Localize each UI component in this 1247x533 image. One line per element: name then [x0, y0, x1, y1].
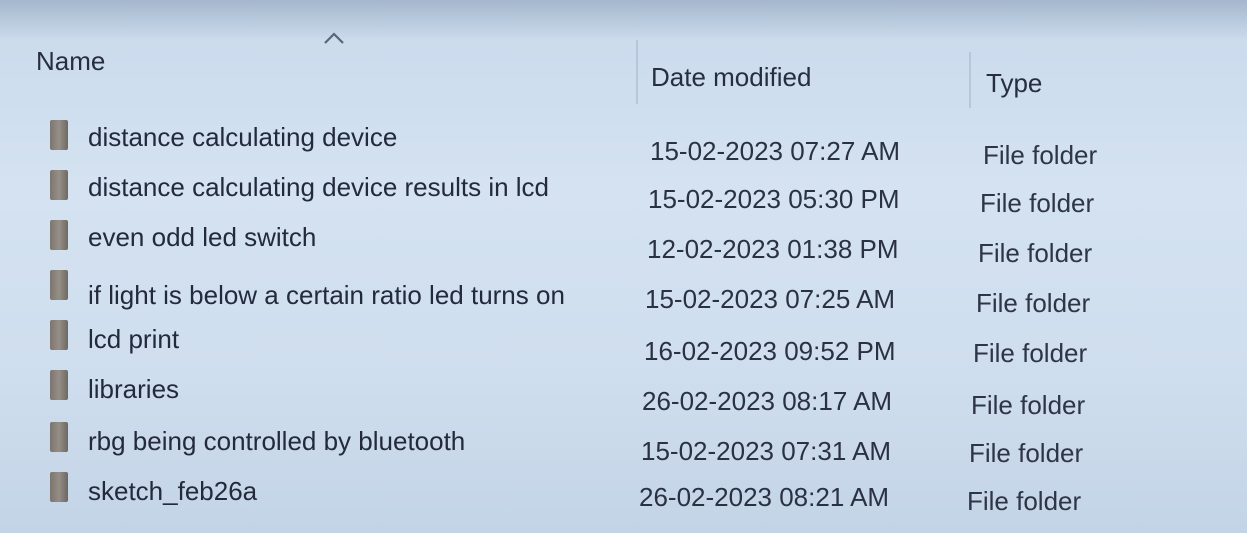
- column-separator[interactable]: [969, 52, 971, 108]
- column-separator[interactable]: [636, 40, 638, 104]
- file-name: rbg being controlled by bluetooth: [88, 426, 466, 456]
- file-name: distance calculating device: [88, 122, 398, 152]
- file-type: File folder: [978, 238, 1093, 268]
- column-header-date-modified[interactable]: Date modified: [651, 62, 811, 93]
- column-header-name[interactable]: Name: [36, 46, 105, 77]
- date-modified: 12-02-2023 01:38 PM: [647, 234, 899, 264]
- file-type: File folder: [976, 288, 1091, 318]
- folder-icon: [50, 370, 68, 400]
- file-name: if light is below a certain ratio led tu…: [88, 280, 565, 310]
- file-type: File folder: [969, 438, 1084, 468]
- folder-icon: [50, 320, 68, 350]
- folder-icon: [50, 270, 68, 300]
- file-name: lcd print: [88, 324, 180, 354]
- file-type: File folder: [973, 338, 1088, 368]
- file-type: File folder: [971, 390, 1086, 420]
- list-item[interactable]: if light is below a certain ratio led tu…: [0, 268, 1247, 318]
- folder-icon: [50, 422, 68, 452]
- date-modified: 26-02-2023 08:17 AM: [642, 386, 893, 416]
- list-item[interactable]: libraries 26-02-2023 08:17 AM File folde…: [0, 368, 1247, 420]
- column-header-bar: Name Date modified Type: [0, 0, 1247, 110]
- date-modified: 15-02-2023 07:31 AM: [641, 436, 892, 466]
- date-modified: 15-02-2023 07:25 AM: [645, 284, 896, 314]
- date-modified: 16-02-2023 09:52 PM: [644, 336, 896, 366]
- list-item[interactable]: sketch_feb26a 26-02-2023 08:21 AM File f…: [0, 470, 1247, 518]
- chevron-up-icon[interactable]: [322, 30, 346, 46]
- file-name: libraries: [88, 374, 180, 404]
- list-item[interactable]: even odd led switch 12-02-2023 01:38 PM …: [0, 218, 1247, 268]
- folder-icon: [50, 170, 68, 200]
- file-type: File folder: [967, 486, 1082, 516]
- list-item[interactable]: lcd print 16-02-2023 09:52 PM File folde…: [0, 318, 1247, 368]
- folder-icon: [50, 220, 68, 250]
- file-type: File folder: [983, 140, 1098, 170]
- list-item[interactable]: rbg being controlled by bluetooth 15-02-…: [0, 420, 1247, 468]
- file-type: File folder: [980, 188, 1095, 218]
- column-header-type[interactable]: Type: [986, 68, 1042, 99]
- folder-icon: [50, 120, 68, 150]
- list-item[interactable]: distance calculating device results in l…: [0, 168, 1247, 218]
- date-modified: 15-02-2023 05:30 PM: [648, 184, 900, 214]
- folder-icon: [50, 472, 68, 502]
- file-name: sketch_feb26a: [88, 476, 258, 506]
- date-modified: 15-02-2023 07:27 AM: [650, 136, 901, 166]
- file-name: distance calculating device results in l…: [88, 172, 550, 202]
- file-name: even odd led switch: [88, 222, 317, 252]
- list-item[interactable]: distance calculating device 15-02-2023 0…: [0, 118, 1247, 170]
- date-modified: 26-02-2023 08:21 AM: [639, 482, 890, 512]
